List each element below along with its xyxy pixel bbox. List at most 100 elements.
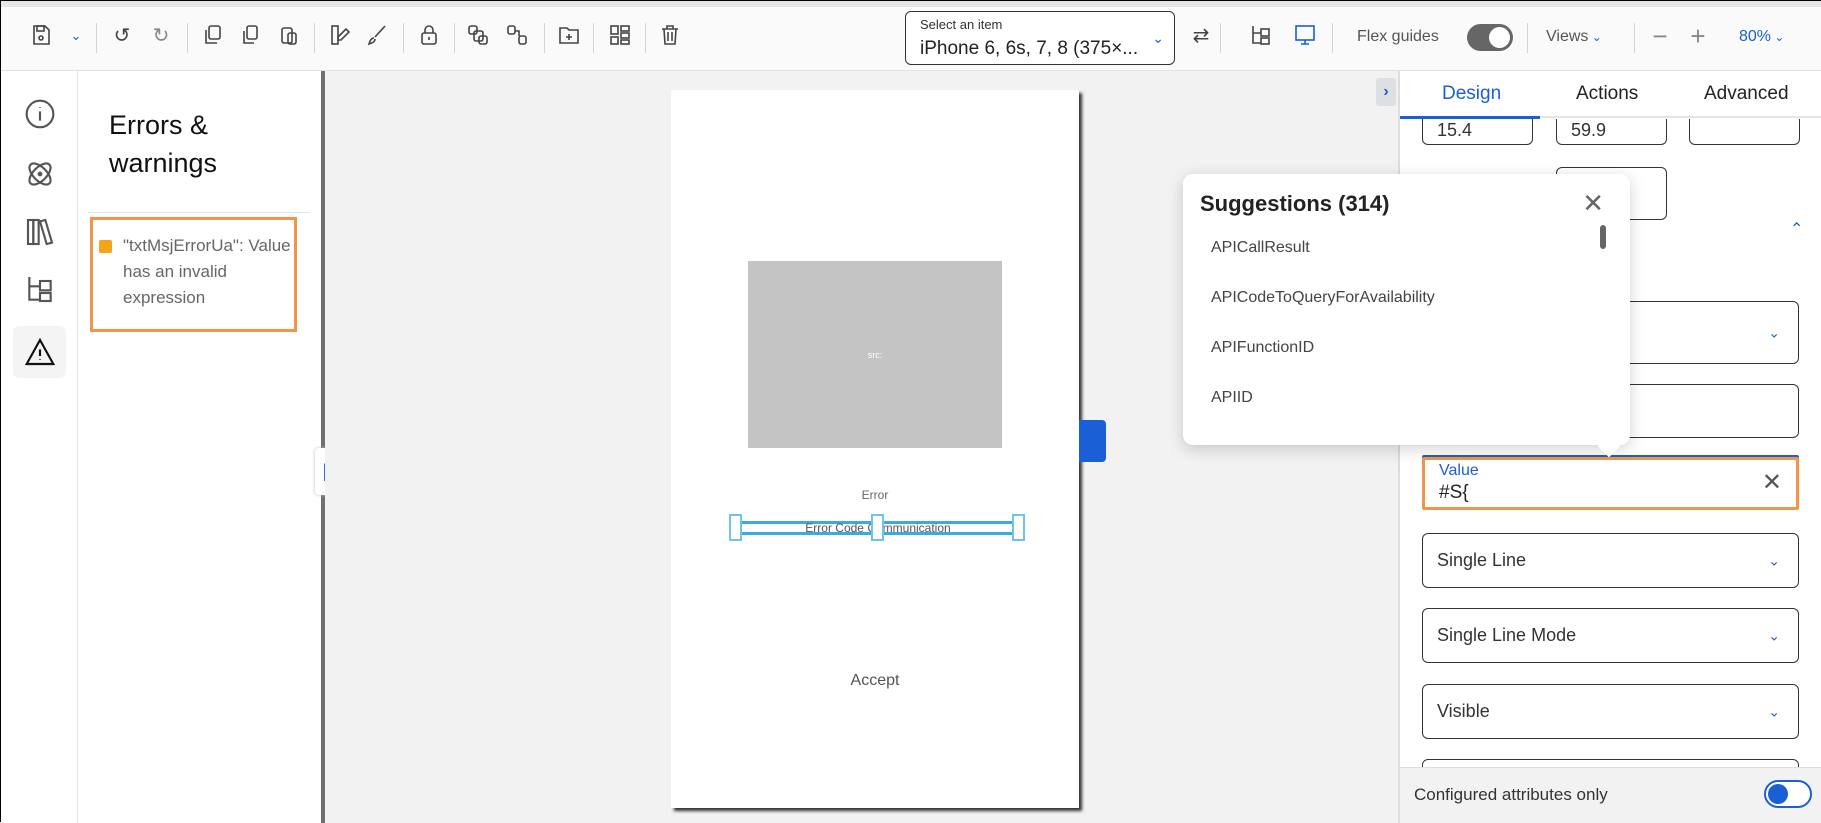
trash-icon[interactable] — [657, 23, 683, 49]
chevron-down-icon: ⌄ — [1771, 30, 1785, 44]
errors-title: Errors & warnings — [109, 110, 218, 178]
divider — [645, 23, 646, 53]
divider — [1634, 23, 1635, 53]
chevron-up-icon[interactable]: ⌃ — [1790, 219, 1803, 239]
rail-warnings[interactable] — [13, 326, 66, 378]
duplicate-icon[interactable] — [237, 23, 263, 49]
warning-icon — [24, 337, 55, 366]
warning-dot-icon — [99, 240, 112, 253]
rail-info[interactable] — [13, 88, 66, 140]
chevron-down-icon: ⌄ — [1768, 703, 1780, 719]
chevron-down-icon: ⌄ — [1588, 30, 1602, 44]
paste-icon[interactable] — [276, 23, 302, 49]
select-visible[interactable]: Visible ⌄ — [1422, 684, 1799, 739]
value-label: Value — [1439, 462, 1479, 479]
zoom-in-icon[interactable]: + — [1685, 23, 1711, 49]
device-select-label: Select an item — [920, 17, 1003, 32]
divider — [1220, 23, 1221, 53]
layout-icon[interactable] — [607, 23, 633, 49]
chevron-down-icon: ⌄ — [1152, 30, 1164, 46]
field-1-value: 15.4 — [1437, 120, 1473, 140]
suggestions-title: Suggestions (314) — [1200, 191, 1390, 216]
copy-icon[interactable] — [199, 23, 225, 49]
tab-actions[interactable]: Actions — [1576, 83, 1638, 105]
redo-icon[interactable]: ↻ — [148, 23, 174, 49]
select-single-line[interactable]: Single Line ⌄ — [1422, 533, 1799, 588]
device-select-value: iPhone 6, 6s, 7, 8 (375×... — [920, 38, 1139, 59]
tab-design[interactable]: Design — [1442, 83, 1501, 105]
value-field[interactable]: Value #S{ ✕ — [1422, 457, 1799, 510]
suggestion-item[interactable]: APIID — [1211, 389, 1253, 407]
rail-tree[interactable] — [13, 263, 66, 315]
divider — [593, 23, 594, 53]
field-3[interactable] — [1689, 119, 1800, 145]
select-value: Single Line — [1437, 550, 1527, 570]
undo-icon[interactable]: ↺ — [109, 23, 135, 49]
chevron-down-icon: ⌄ — [1768, 552, 1780, 568]
lock-icon[interactable] — [416, 23, 442, 49]
rail-library[interactable] — [13, 206, 66, 258]
theme-icon[interactable] — [327, 23, 353, 49]
image-placeholder[interactable]: src: — [748, 261, 1002, 448]
chevron-down-icon[interactable]: ⌄ — [63, 23, 89, 49]
zoom-value: 80% — [1739, 28, 1772, 45]
desktop-icon[interactable] — [1292, 23, 1318, 49]
field-1[interactable]: 15.4 — [1422, 119, 1533, 145]
error-label[interactable]: Error — [671, 488, 1079, 502]
select-value: Visible — [1437, 701, 1490, 721]
canvas-side-tab[interactable] — [1079, 420, 1106, 462]
suggestion-item[interactable]: APIFunctionID — [1211, 339, 1314, 357]
chevron-down-icon: ⌄ — [1768, 627, 1780, 643]
ungroup-icon[interactable] — [504, 23, 530, 49]
error-item[interactable]: "txtMsjErrorUa": Value has an invalid ex… — [90, 217, 297, 332]
suggestions-popup: Suggestions (314) ✕ APICallResult APICod… — [1183, 174, 1630, 458]
icon-rail — [1, 71, 78, 823]
tree-icon — [27, 277, 52, 303]
zoom-out-icon[interactable]: − — [1647, 23, 1673, 49]
flex-guides-toggle[interactable] — [1467, 24, 1513, 51]
value-input[interactable]: #S{ — [1439, 482, 1469, 504]
suggestion-item[interactable]: APICodeToQueryForAvailability — [1211, 289, 1435, 307]
tree-view-icon[interactable] — [1248, 23, 1274, 49]
configured-only-toggle[interactable] — [1764, 780, 1812, 808]
group-icon[interactable] — [465, 23, 491, 49]
divider — [454, 23, 455, 53]
flex-guides-label: Flex guides — [1357, 28, 1439, 45]
rotate-icon[interactable]: ⇄ — [1188, 23, 1214, 49]
errors-panel: Errors & warnings "txtMsjErrorUa": Value… — [78, 71, 321, 823]
image-src-label: src: — [867, 349, 883, 360]
zoom-dropdown[interactable]: 80% ⌄ — [1739, 28, 1784, 46]
clear-icon[interactable]: ✕ — [1762, 468, 1782, 497]
close-icon[interactable]: ✕ — [1582, 188, 1604, 219]
top-strip — [1, 1, 1821, 7]
select-single-line-mode[interactable]: Single Line Mode ⌄ — [1422, 608, 1799, 663]
library-icon — [26, 218, 53, 246]
divider — [88, 212, 310, 213]
divider — [96, 23, 97, 53]
tab-advanced[interactable]: Advanced — [1704, 83, 1789, 105]
chevron-down-icon: ⌄ — [1768, 324, 1780, 340]
error-text: "txtMsjErrorUa": Value has an invalid ex… — [123, 236, 291, 307]
suggestion-item[interactable]: APICallResult — [1211, 239, 1310, 257]
scrollbar[interactable] — [1600, 225, 1606, 249]
resize-handle[interactable] — [871, 514, 884, 541]
add-folder-icon[interactable] — [556, 23, 582, 49]
field-2[interactable]: 59.9 — [1556, 119, 1667, 145]
collapse-panel-button[interactable]: › — [1376, 78, 1396, 106]
brush-icon[interactable] — [364, 23, 390, 49]
toolbar: ⌄ ↺ ↻ Select an item iPhone 6, 6s, 7, 8 … — [1, 1, 1821, 71]
divider — [314, 23, 315, 53]
field-2-value: 59.9 — [1571, 120, 1607, 140]
views-dropdown[interactable]: Views ⌄ — [1546, 28, 1602, 46]
rail-atom[interactable] — [13, 148, 66, 200]
atom-icon — [27, 162, 52, 186]
divider — [187, 23, 188, 53]
accept-button[interactable]: Accept — [671, 672, 1079, 690]
save-icon[interactable] — [28, 23, 54, 49]
device-select[interactable]: Select an item iPhone 6, 6s, 7, 8 (375×.… — [905, 11, 1175, 65]
phone-frame: src: Error Error Code Communication Acce… — [671, 90, 1079, 808]
resize-handle[interactable] — [1012, 514, 1025, 541]
divider — [403, 23, 404, 53]
resize-handle[interactable] — [729, 514, 742, 541]
select-value: Single Line Mode — [1437, 625, 1577, 645]
